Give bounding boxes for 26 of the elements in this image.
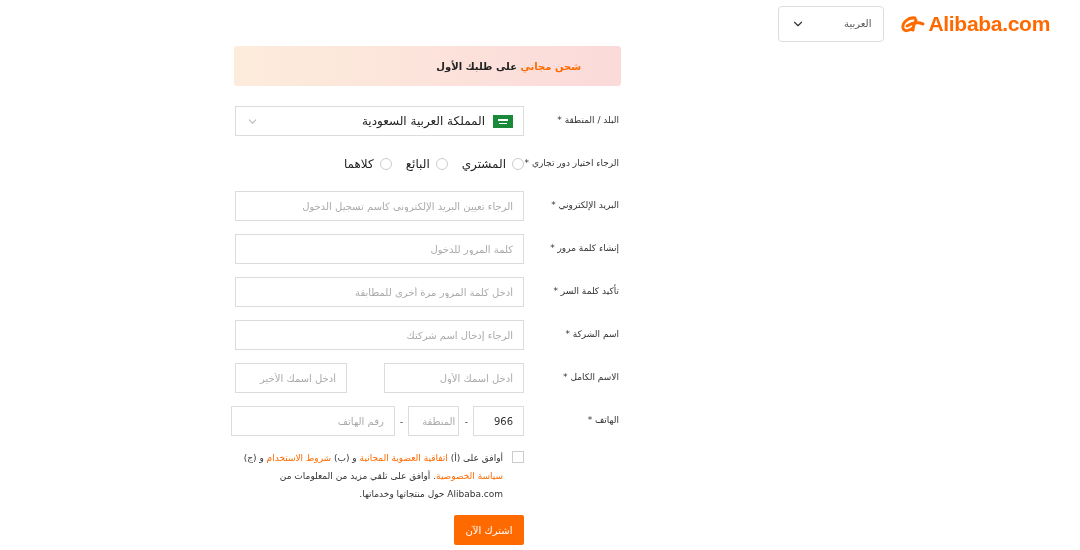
input-field[interactable]: رقم الهاتف xyxy=(230,406,395,436)
flag-icon xyxy=(493,114,513,128)
role-radio[interactable]: البائع xyxy=(405,155,448,173)
promo-text: شحن مجاني على طلبك الأول xyxy=(436,59,581,74)
input-field[interactable]: الرجاء تعيين البريد الإلكتروني كاسم تسجيل الدخول xyxy=(235,191,524,221)
field-label: إنشاء كلمة مرور * xyxy=(549,242,620,256)
field-label: البلد / المنطقة * xyxy=(556,114,620,128)
dash-separator: - xyxy=(398,414,405,429)
input-field[interactable]: كلمة المرور للدخول xyxy=(235,234,524,264)
input-field[interactable]: المنطقة xyxy=(408,406,460,436)
field-label: تأكيد كلمة السر * xyxy=(552,285,620,299)
input-field[interactable]: الرجاء إدخال اسم شركتك xyxy=(235,320,524,350)
agreement-text: أوافق على (أ) اتفاقية العضوية المجانية و (ب) شروط الاستخدام و (ج) سياسة الخصوصية. أوافق على تلقي مزيد من المعلومات من Alibaba.com حول منتجاتها وخدماتها. xyxy=(242,451,503,501)
role-radio[interactable]: كلاهما xyxy=(343,155,392,173)
input-field[interactable]: 966 xyxy=(473,406,524,436)
country-value: المملكة العربية السعودية xyxy=(361,113,485,130)
logo-icon xyxy=(899,13,926,34)
language-select[interactable]: العربية xyxy=(778,5,885,42)
field-label: الاسم الكامل * xyxy=(562,371,620,385)
dash-separator: - xyxy=(463,414,469,429)
field-label: اسم الشركة * xyxy=(564,328,620,342)
field-label: البريد الإلكتروني * xyxy=(550,199,620,213)
agreement-checkbox[interactable] xyxy=(512,451,524,463)
country-select[interactable]: المملكة العربية السعودية xyxy=(235,106,524,136)
field-label: الهاتف * xyxy=(586,414,620,428)
role-radio[interactable]: المشتري xyxy=(461,155,524,173)
